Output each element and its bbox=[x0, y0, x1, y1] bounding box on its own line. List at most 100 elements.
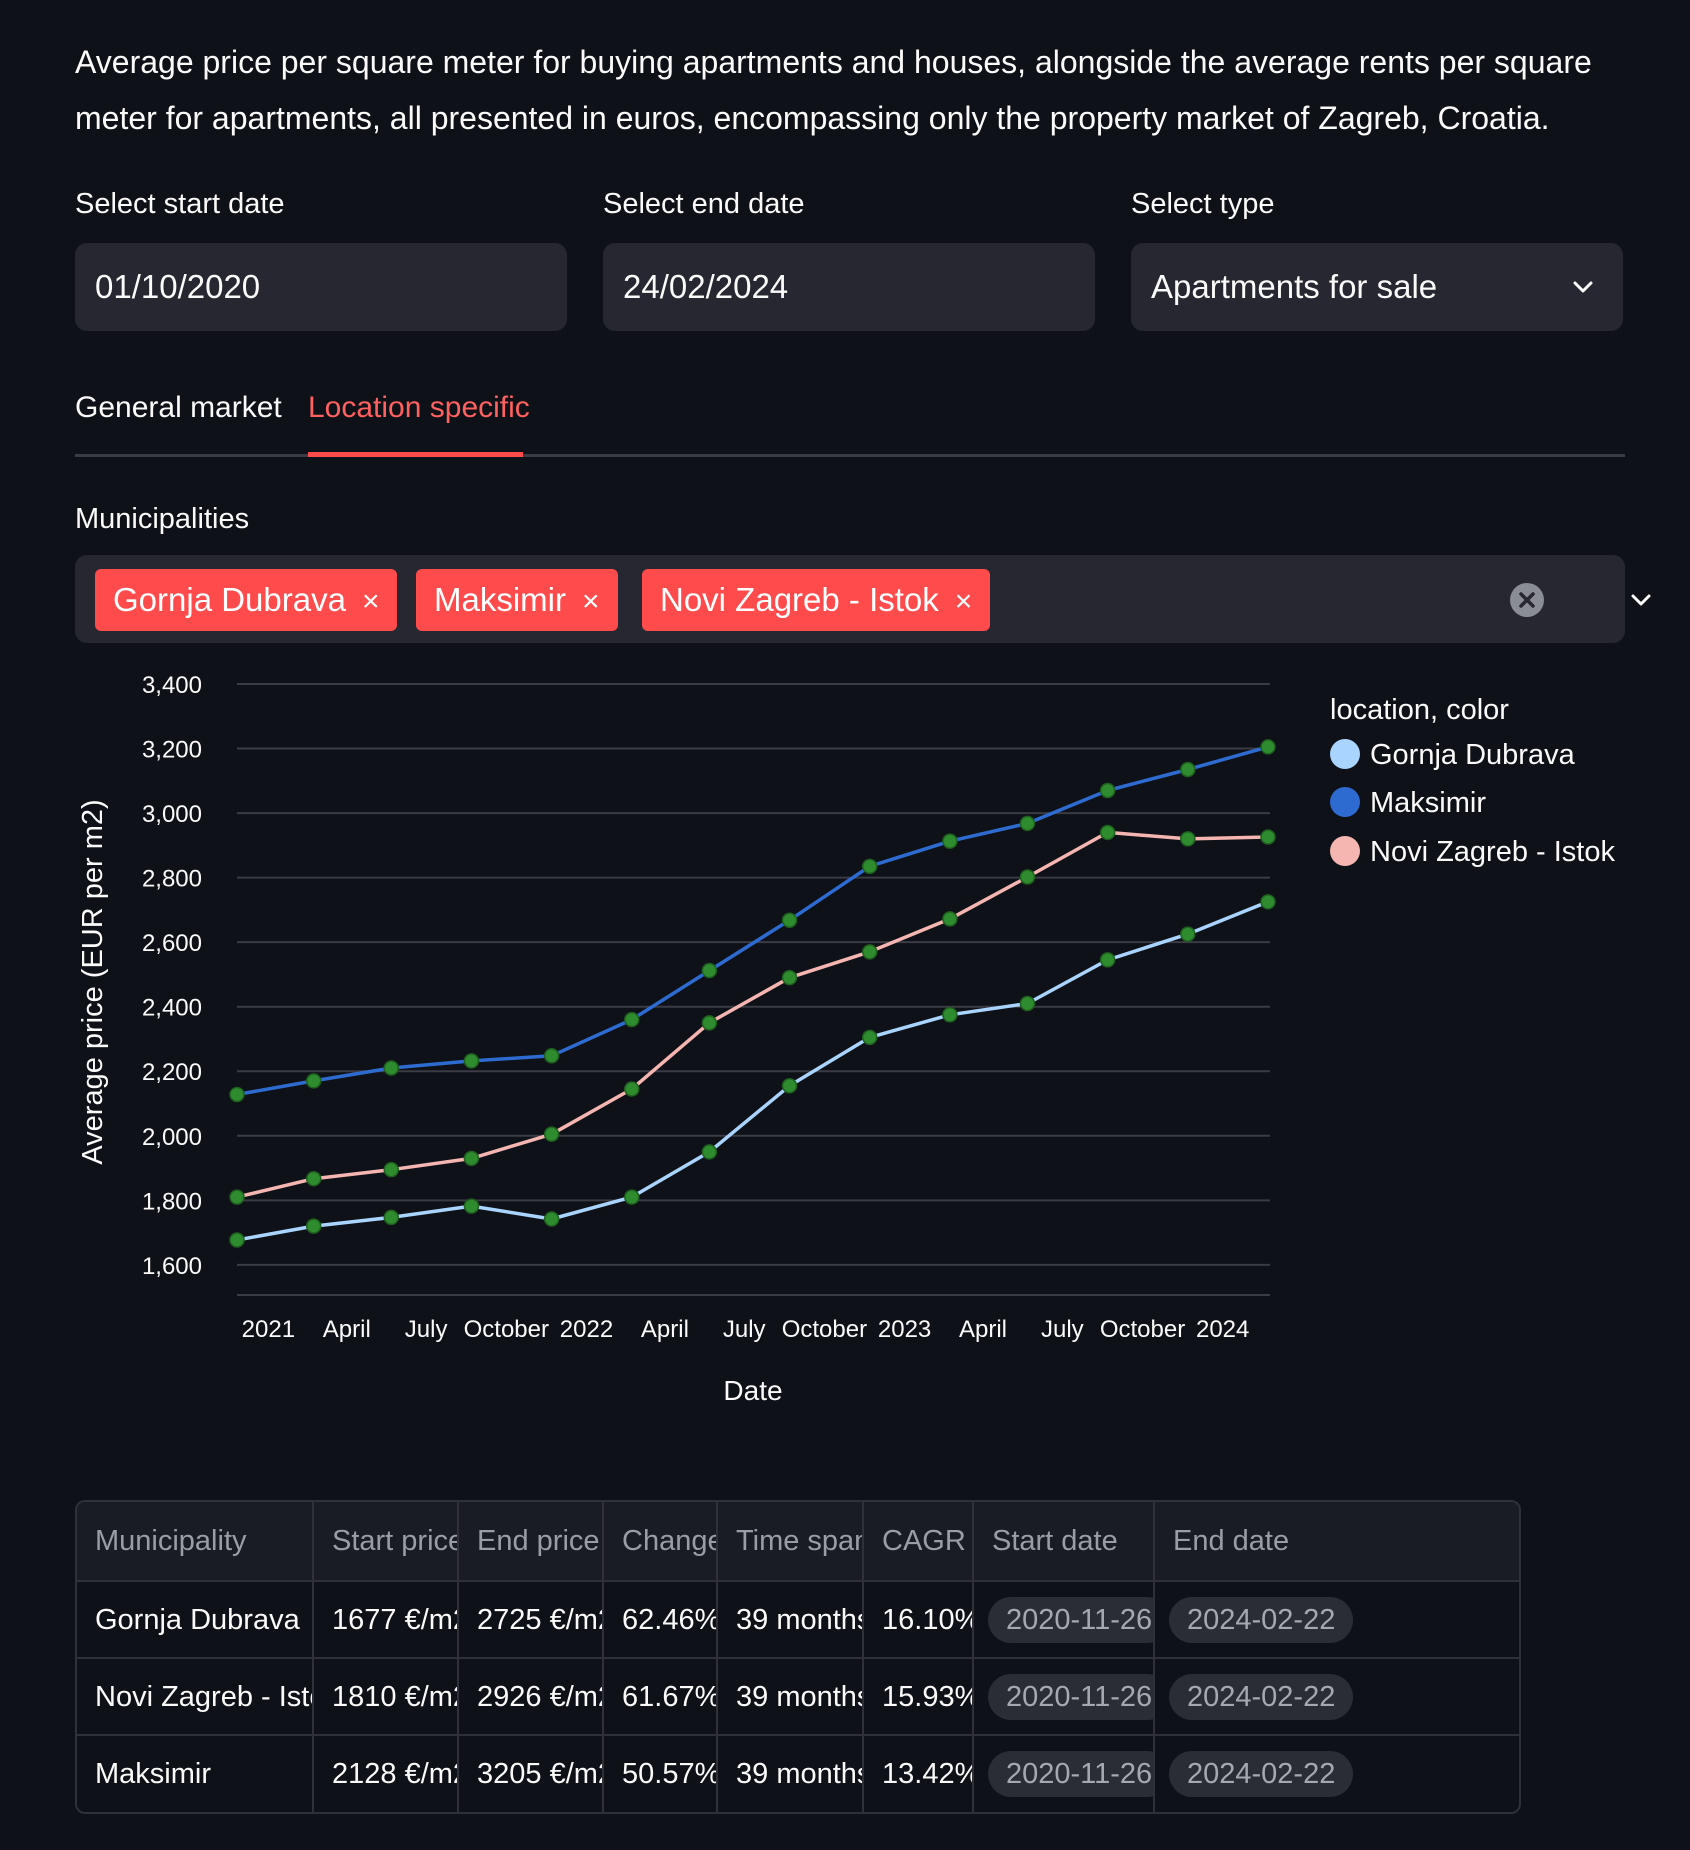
data-point[interactable] bbox=[1260, 894, 1276, 910]
data-point[interactable] bbox=[942, 833, 958, 849]
data-point[interactable] bbox=[463, 1150, 480, 1167]
data-point[interactable] bbox=[305, 1170, 322, 1187]
remove-chip-icon[interactable]: × bbox=[582, 585, 600, 618]
legend-item[interactable]: Novi Zagreb - Istok bbox=[1330, 832, 1615, 872]
y-tick-label: 3,000 bbox=[142, 801, 202, 828]
municipalities-label: Municipalities bbox=[75, 503, 250, 535]
y-tick-label: 2,000 bbox=[142, 1124, 202, 1151]
header-start-date[interactable]: Start date bbox=[974, 1502, 1155, 1580]
cell-cagr: 16.10% bbox=[864, 1582, 974, 1658]
y-axis-label: Average price (EUR per m2) bbox=[77, 799, 109, 1164]
data-point[interactable] bbox=[861, 858, 878, 875]
date-pill: 2020-11-26 bbox=[988, 1751, 1153, 1797]
header-municipality[interactable]: Municipality bbox=[77, 1502, 314, 1580]
x-tick-label: April bbox=[323, 1316, 371, 1343]
data-point[interactable] bbox=[305, 1073, 322, 1089]
chevron-down-icon bbox=[1573, 281, 1593, 293]
clear-all-icon[interactable] bbox=[1510, 583, 1544, 617]
data-point[interactable] bbox=[781, 969, 798, 986]
header-change[interactable]: Change bbox=[604, 1502, 718, 1580]
legend-swatch-gornja-dubrava bbox=[1330, 739, 1360, 770]
y-tick-label: 2,800 bbox=[142, 866, 202, 893]
tab-location-specific[interactable]: Location specific bbox=[308, 391, 530, 425]
cell-start-price: 2128 €/m2 bbox=[314, 1736, 459, 1812]
data-point[interactable] bbox=[701, 1144, 718, 1160]
municipalities-multiselect[interactable]: Gornja Dubrava × Maksimir × Novi Zagreb - … bbox=[75, 555, 1651, 643]
date-pill: 2024-02-22 bbox=[1169, 1751, 1354, 1797]
x-tick-label: 2022 bbox=[560, 1316, 613, 1343]
data-point[interactable] bbox=[305, 1218, 322, 1234]
remove-chip-icon[interactable]: × bbox=[362, 585, 380, 618]
data-point[interactable] bbox=[1180, 831, 1196, 847]
data-point[interactable] bbox=[1099, 952, 1116, 968]
data-point[interactable] bbox=[463, 1198, 480, 1214]
cell-time-span: 39 months bbox=[718, 1659, 864, 1735]
data-point[interactable] bbox=[1180, 761, 1196, 778]
data-point[interactable] bbox=[624, 1189, 640, 1205]
y-tick-label: 3,200 bbox=[142, 737, 202, 764]
header-cagr[interactable]: CAGR bbox=[864, 1502, 974, 1580]
cell-end-price: 2725 €/m2 bbox=[459, 1582, 604, 1658]
cell-municipality: Gornja Dubrava bbox=[77, 1582, 314, 1658]
cell-start-price: 1677 €/m2 bbox=[314, 1582, 459, 1658]
tab-general-market[interactable]: General market bbox=[75, 391, 282, 425]
data-point[interactable] bbox=[1019, 995, 1036, 1012]
data-point[interactable] bbox=[701, 962, 718, 979]
date-pill: 2024-02-22 bbox=[1169, 1597, 1354, 1643]
data-point[interactable] bbox=[624, 1011, 640, 1028]
data-point[interactable] bbox=[543, 1211, 560, 1227]
legend-item[interactable]: Gornja Dubrava bbox=[1330, 735, 1575, 775]
data-point[interactable] bbox=[229, 1086, 245, 1103]
data-point[interactable] bbox=[543, 1126, 560, 1142]
header-time-span[interactable]: Time span bbox=[718, 1502, 864, 1580]
data-point[interactable] bbox=[701, 1015, 718, 1031]
x-tick-label: October bbox=[464, 1316, 549, 1343]
summary-table: Municipality Start price End price Chang… bbox=[75, 1500, 1521, 1814]
y-tick-label: 2,600 bbox=[142, 930, 202, 957]
cell-start-date: 2020-11-26 bbox=[974, 1582, 1155, 1658]
data-point[interactable] bbox=[463, 1053, 480, 1069]
start-date-input[interactable]: 01/10/2020 bbox=[75, 243, 567, 331]
data-point[interactable] bbox=[383, 1161, 400, 1178]
data-point[interactable] bbox=[383, 1060, 400, 1076]
y-tick-label: 2,200 bbox=[142, 1059, 202, 1086]
type-select[interactable]: Apartments for sale bbox=[1131, 243, 1623, 331]
data-point[interactable] bbox=[1260, 829, 1276, 845]
data-point[interactable] bbox=[942, 1007, 958, 1023]
data-point[interactable] bbox=[1019, 869, 1036, 885]
cell-municipality: Novi Zagreb - Istok bbox=[77, 1659, 314, 1735]
data-point[interactable] bbox=[383, 1209, 400, 1226]
table-row: Novi Zagreb - Istok 1810 €/m2 2926 €/m2 … bbox=[77, 1657, 1519, 1735]
data-point[interactable] bbox=[861, 944, 878, 960]
data-point[interactable] bbox=[1099, 824, 1116, 841]
remove-chip-icon[interactable]: × bbox=[955, 585, 973, 618]
data-point[interactable] bbox=[624, 1081, 640, 1097]
chevron-down-icon[interactable] bbox=[1627, 586, 1655, 614]
data-point[interactable] bbox=[1019, 815, 1036, 832]
data-point[interactable] bbox=[942, 911, 958, 927]
data-point[interactable] bbox=[229, 1232, 245, 1248]
chip-novi-zagreb-istok: Novi Zagreb - Istok × bbox=[642, 569, 991, 631]
data-point[interactable] bbox=[861, 1029, 878, 1046]
type-select-value: Apartments for sale bbox=[1151, 268, 1438, 305]
x-tick-label: 2021 bbox=[242, 1316, 295, 1343]
end-date-input[interactable]: 24/02/2024 bbox=[603, 243, 1095, 331]
data-point[interactable] bbox=[229, 1189, 245, 1205]
active-tab-indicator bbox=[308, 452, 523, 457]
data-point[interactable] bbox=[1099, 782, 1116, 799]
header-end-price[interactable]: End price bbox=[459, 1502, 604, 1580]
data-point[interactable] bbox=[781, 912, 798, 928]
header-start-price[interactable]: Start price bbox=[314, 1502, 459, 1580]
data-point[interactable] bbox=[1180, 926, 1196, 942]
data-point[interactable] bbox=[1260, 739, 1276, 755]
cell-time-span: 39 months bbox=[718, 1736, 864, 1812]
y-tick-label: 1,600 bbox=[142, 1253, 202, 1280]
legend-item[interactable]: Maksimir bbox=[1330, 783, 1486, 823]
cell-cagr: 15.93% bbox=[864, 1659, 974, 1735]
clear-x-glyph bbox=[1519, 592, 1535, 608]
chip-label: Maksimir bbox=[434, 581, 566, 618]
chart-gridlines bbox=[237, 683, 1270, 1296]
data-point[interactable] bbox=[543, 1048, 560, 1064]
header-end-date[interactable]: End date bbox=[1155, 1502, 1519, 1580]
data-point[interactable] bbox=[781, 1078, 798, 1094]
